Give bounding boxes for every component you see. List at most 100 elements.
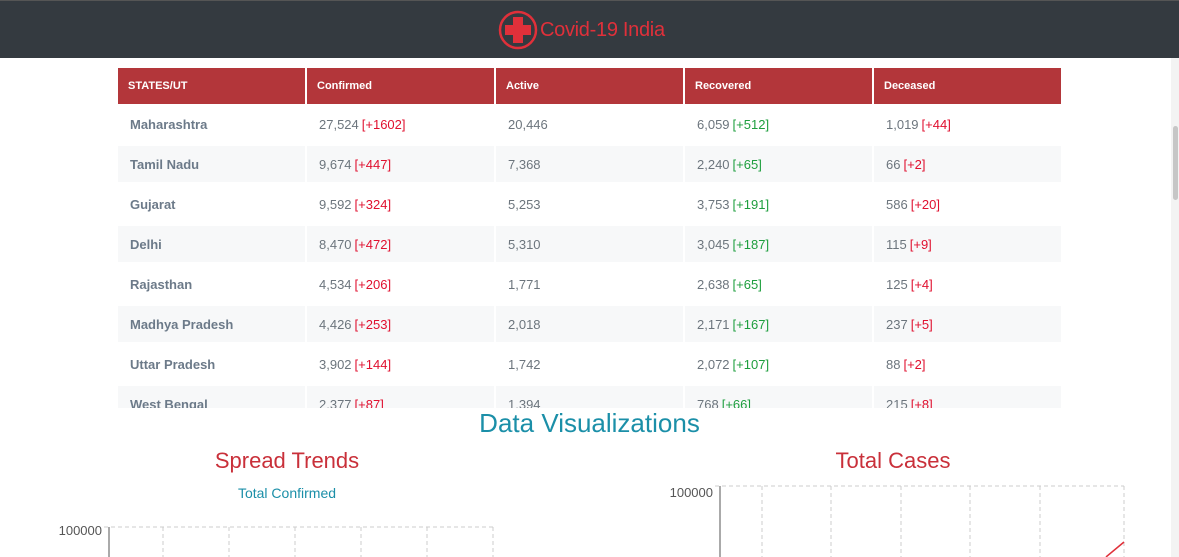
cell-value: 1,771: [508, 276, 541, 292]
cell-value: 237: [886, 316, 908, 332]
cell-value: 2,377: [319, 396, 352, 409]
cell-deceased: 1,019 [+44]: [874, 106, 1061, 142]
cell-value: 9,592: [319, 196, 352, 212]
table-row[interactable]: Uttar Pradesh 3,902 [+144] 1,742 2,072 [+107]…: [118, 344, 1063, 384]
delta-value: [+447]: [354, 156, 392, 172]
cell-value: 115: [886, 236, 907, 252]
cell-confirmed: 4,426 [+253]: [307, 306, 494, 342]
delta-value: [+65]: [732, 276, 762, 292]
cell-value: 586: [886, 196, 908, 212]
page-scrollbar[interactable]: [1171, 58, 1179, 557]
delta-value: [+4]: [910, 276, 933, 292]
cell-value: 2,638: [697, 276, 730, 292]
cell-value: 5,253: [508, 196, 541, 212]
cell-value: Madhya Pradesh: [130, 316, 234, 332]
spread-trends-title: Spread Trends: [214, 448, 360, 473]
cell-recovered: 2,171 [+167]: [685, 306, 872, 342]
cell-recovered: 6,059 [+512]: [685, 106, 872, 142]
cell-state: Rajasthan: [118, 266, 305, 302]
cell-value: 27,524: [319, 116, 359, 132]
cell-recovered: 3,753 [+191]: [685, 186, 872, 222]
delta-value: [+206]: [354, 276, 392, 292]
cell-active: 20,446: [496, 106, 683, 142]
cell-value: Uttar Pradesh: [130, 356, 216, 372]
delta-value: [+324]: [354, 196, 392, 212]
cell-state: Madhya Pradesh: [118, 306, 305, 342]
delta-value: [+2]: [903, 356, 926, 372]
delta-value: [+1602]: [361, 116, 406, 132]
delta-value: [+253]: [354, 316, 392, 332]
column-header-deceased[interactable]: Deceased: [874, 68, 1061, 104]
cell-confirmed: 8,470 [+472]: [307, 226, 494, 262]
cell-active: 1,742: [496, 346, 683, 382]
red-cross-icon: [498, 10, 538, 50]
cell-value: 3,753: [697, 196, 730, 212]
column-header-confirmed[interactable]: Confirmed: [307, 68, 494, 104]
cell-recovered: 3,045 [+187]: [685, 226, 872, 262]
cell-active: 5,253: [496, 186, 683, 222]
cell-value: 125: [886, 276, 908, 292]
delta-value: [+9]: [909, 236, 932, 252]
cell-value: 5,310: [508, 236, 541, 252]
brand[interactable]: Covid-19 India: [498, 9, 665, 51]
cell-value: 20,446: [508, 116, 548, 132]
cell-state: Tamil Nadu: [118, 146, 305, 182]
total-cases-chart: 100000: [670, 485, 1125, 557]
delta-value: [+8]: [910, 396, 933, 409]
cell-deceased: 115 [+9]: [874, 226, 1061, 262]
y-tick-label: 100000: [59, 523, 102, 538]
cell-state: Delhi: [118, 226, 305, 262]
states-table[interactable]: STATES/UT Confirmed Active Recovered Dec…: [118, 68, 1063, 408]
column-header-active[interactable]: Active: [496, 68, 683, 104]
cell-confirmed: 4,534 [+206]: [307, 266, 494, 302]
cell-deceased: 88 [+2]: [874, 346, 1061, 382]
cell-deceased: 66 [+2]: [874, 146, 1061, 182]
delta-value: [+191]: [732, 196, 770, 212]
table-row[interactable]: Rajasthan 4,534 [+206] 1,771 2,638 [+65] 125 [+…: [118, 264, 1063, 304]
delta-value: [+512]: [732, 116, 770, 132]
cell-value: 7,368: [508, 156, 541, 172]
table-row[interactable]: Gujarat 9,592 [+324] 5,253 3,753 [+191] 586 [+2…: [118, 184, 1063, 224]
cell-value: Maharashtra: [130, 116, 208, 132]
cell-value: 3,045: [697, 236, 730, 252]
spread-trends-chart: 100000: [59, 523, 494, 557]
scrollbar-thumb[interactable]: [1173, 126, 1178, 200]
cell-active: 1,394: [496, 386, 683, 408]
delta-value: [+472]: [354, 236, 392, 252]
cell-value: Delhi: [130, 236, 162, 252]
delta-value: [+66]: [721, 396, 751, 409]
cell-deceased: 215 [+8]: [874, 386, 1061, 408]
cell-value: 6,059: [697, 116, 730, 132]
cell-state: Uttar Pradesh: [118, 346, 305, 382]
table-row[interactable]: Tamil Nadu 9,674 [+447] 7,368 2,240 [+65] 66 [+…: [118, 144, 1063, 184]
cell-recovered: 2,240 [+65]: [685, 146, 872, 182]
table-row[interactable]: Madhya Pradesh 4,426 [+253] 2,018 2,171 [+167…: [118, 304, 1063, 344]
cell-confirmed: 3,902 [+144]: [307, 346, 494, 382]
cell-confirmed: 27,524 [+1602]: [307, 106, 494, 142]
cell-deceased: 586 [+20]: [874, 186, 1061, 222]
table-row[interactable]: West Bengal 2,377 [+87] 1,394 768 [+66] 215 [+8…: [118, 384, 1063, 408]
cell-value: 4,534: [319, 276, 352, 292]
cell-value: 2,171: [697, 316, 730, 332]
cell-active: 7,368: [496, 146, 683, 182]
charts-area: 100000 100000: [59, 485, 1125, 557]
cell-value: 3,902: [319, 356, 352, 372]
series-line: [1105, 541, 1125, 557]
delta-value: [+187]: [732, 236, 770, 252]
cell-value: 2,240: [697, 156, 730, 172]
table-row[interactable]: Maharashtra 27,524 [+1602] 20,446 6,059 [+512…: [118, 104, 1063, 144]
cell-state: West Bengal: [118, 386, 305, 408]
cell-value: 768: [697, 396, 719, 409]
cell-value: Rajasthan: [130, 276, 193, 292]
cell-active: 5,310: [496, 226, 683, 262]
column-header-recovered[interactable]: Recovered: [685, 68, 872, 104]
cell-value: Tamil Nadu: [130, 156, 200, 172]
delta-value: [+5]: [910, 316, 933, 332]
column-header-states[interactable]: STATES/UT: [118, 68, 305, 104]
table-row[interactable]: Delhi 8,470 [+472] 5,310 3,045 [+187] 115 [+9]: [118, 224, 1063, 264]
delta-value: [+167]: [732, 316, 770, 332]
cell-deceased: 237 [+5]: [874, 306, 1061, 342]
cell-value: 9,674: [319, 156, 352, 172]
cell-value: 1,742: [508, 356, 541, 372]
cell-value: 8,470: [319, 236, 352, 252]
